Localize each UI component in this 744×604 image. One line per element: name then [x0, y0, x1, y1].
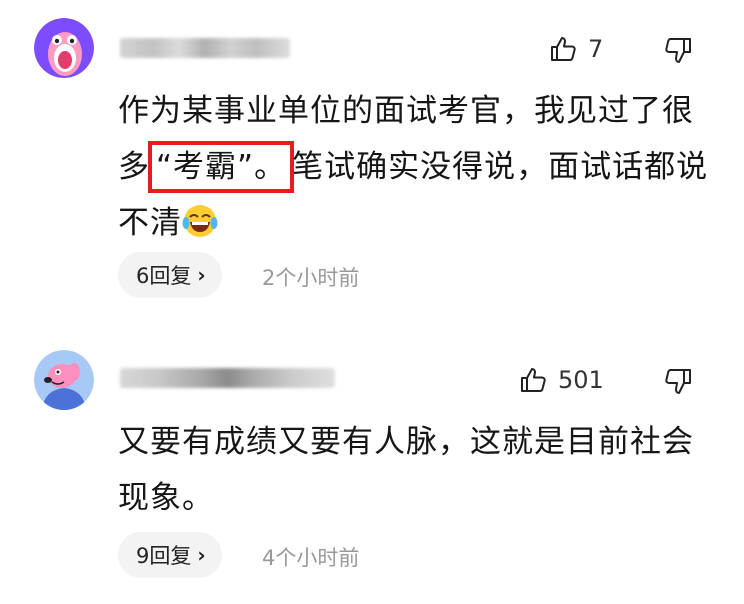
highlighted-phrase: “考霸”。 — [148, 141, 295, 193]
thumb-down-icon — [665, 369, 691, 394]
thumb-up-icon — [551, 37, 576, 61]
avatar-image — [34, 350, 94, 410]
thumb-up-icon — [521, 368, 546, 392]
dislike-button[interactable] — [664, 367, 696, 397]
comment-text-content: 又要有成绩又要有人脉，这就是目前社会现象。 — [118, 424, 694, 516]
laughing-tears-emoji-icon — [182, 204, 218, 237]
dislike-button[interactable] — [664, 36, 696, 66]
reply-count: 9回复 — [136, 544, 192, 568]
avatar-image — [34, 18, 94, 78]
reply-count: 6回复 — [136, 264, 192, 288]
replies-button[interactable]: 6回复 › — [118, 252, 222, 298]
comment-text: 又要有成绩又要有人脉，这就是目前社会现象。 — [118, 414, 718, 526]
comment-text: 作为某事业单位的面试考官，我见过了很多 “考霸”。 笔试确实没得说，面试话都说不清 — [118, 83, 718, 251]
username-blurred[interactable] — [120, 38, 290, 58]
timestamp: 2个小时前 — [262, 266, 360, 290]
like-button[interactable]: 7 — [548, 34, 603, 64]
replies-button[interactable]: 9回复 › — [118, 532, 222, 578]
avatar[interactable] — [34, 350, 94, 410]
chevron-right-icon: › — [197, 263, 206, 287]
username-blurred[interactable] — [120, 368, 335, 388]
like-count: 501 — [558, 366, 604, 394]
timestamp: 4个小时前 — [262, 546, 360, 570]
chevron-right-icon: › — [197, 543, 206, 567]
like-button[interactable]: 501 — [518, 365, 604, 395]
avatar[interactable] — [34, 18, 94, 78]
highlighted-phrase-text: “考霸”。 — [156, 149, 287, 185]
like-count: 7 — [588, 35, 604, 63]
thumb-down-icon — [665, 38, 691, 63]
